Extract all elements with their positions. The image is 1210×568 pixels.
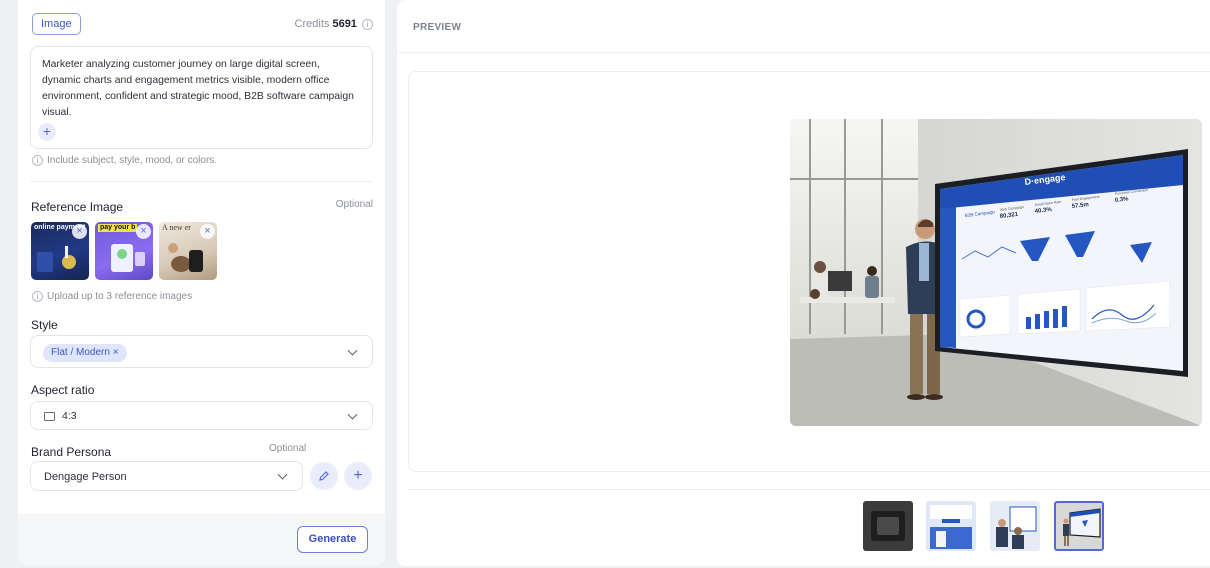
style-title: Style [31, 318, 58, 332]
history-thumb-4-selected[interactable] [1054, 501, 1104, 551]
remove-reference-button[interactable]: × [72, 224, 87, 239]
reference-thumb-3[interactable]: A new er × [159, 222, 217, 280]
divider [30, 181, 373, 182]
persona-optional-label: Optional [269, 443, 307, 454]
divider [397, 52, 1210, 53]
credits-display: Credits 5691 i [295, 18, 373, 30]
aspect-ratio-value: 4:3 [62, 410, 77, 422]
aspect-ratio-select[interactable]: 4:3 [30, 401, 373, 430]
preview-label: PREVIEW [413, 22, 462, 33]
generation-form-panel: Image Credits 5691 i Marketer analyzing … [18, 0, 385, 566]
reference-thumb-1[interactable]: online payment × [31, 222, 89, 280]
prompt-hint-text: Include subject, style, mood, or colors. [47, 155, 218, 167]
brand-persona-title: Brand Persona [31, 445, 112, 459]
prompt-hint: i Include subject, style, mood, or colors… [32, 155, 217, 166]
add-prompt-attachment-button[interactable]: + [38, 123, 56, 141]
info-icon[interactable]: i [362, 18, 373, 30]
style-chip-label: Flat / Modern [51, 347, 110, 358]
reference-image-title: Reference Image [31, 200, 124, 214]
prompt-text: Marketer analyzing customer journey on l… [42, 59, 354, 118]
chevron-down-icon [347, 409, 358, 420]
divider [408, 489, 1210, 490]
generate-button[interactable]: Generate [297, 526, 368, 553]
reference-optional-label: Optional [335, 199, 373, 210]
info-icon: i [32, 155, 43, 166]
history-thumb-illustration [871, 511, 905, 541]
chevron-down-icon [347, 345, 358, 356]
aspect-ratio-icon [44, 412, 55, 421]
remove-reference-button[interactable]: × [136, 224, 151, 239]
add-persona-button[interactable]: + [344, 462, 372, 490]
info-icon: i [32, 291, 43, 302]
style-chip[interactable]: Flat / Modern × [43, 344, 127, 362]
history-thumb-1[interactable] [863, 501, 913, 551]
generated-image-illustration: D·engage B2B Campaign Web Campaign 80,32… [790, 119, 1202, 426]
credits-value: 5691 [332, 18, 357, 30]
brand-persona-select[interactable]: Dengage Person [30, 461, 303, 491]
generated-image[interactable]: D·engage B2B Campaign Web Campaign 80,32… [790, 119, 1202, 426]
style-select[interactable]: Flat / Modern × [30, 335, 373, 368]
credits-label: Credits [294, 18, 330, 30]
aspect-ratio-title: Aspect ratio [31, 383, 95, 397]
history-thumb-illustration [1063, 508, 1101, 546]
edit-persona-button[interactable] [310, 462, 338, 490]
brand-persona-value: Dengage Person [44, 471, 127, 483]
preview-canvas: D·engage B2B Campaign Web Campaign 80,32… [408, 71, 1210, 472]
history-thumb-illustration [996, 506, 1037, 549]
prompt-textarea[interactable]: Marketer analyzing customer journey on l… [30, 46, 373, 149]
history-thumb-illustration [930, 505, 972, 549]
reference-hint-text: Upload up to 3 reference images [47, 291, 193, 303]
remove-reference-button[interactable]: × [200, 224, 215, 239]
preview-panel: PREVIEW D·engage B2B Campaign Web Campai… [397, 0, 1210, 566]
reference-thumb-2[interactable]: pay your b × [95, 222, 153, 280]
pencil-icon [319, 470, 329, 481]
media-type-chip[interactable]: Image [32, 13, 81, 35]
chevron-down-icon [277, 469, 288, 480]
reference-hint: i Upload up to 3 reference images [32, 291, 192, 302]
remove-style-icon[interactable]: × [113, 347, 119, 358]
history-thumb-3[interactable] [990, 501, 1040, 551]
history-thumb-2[interactable] [926, 501, 976, 551]
